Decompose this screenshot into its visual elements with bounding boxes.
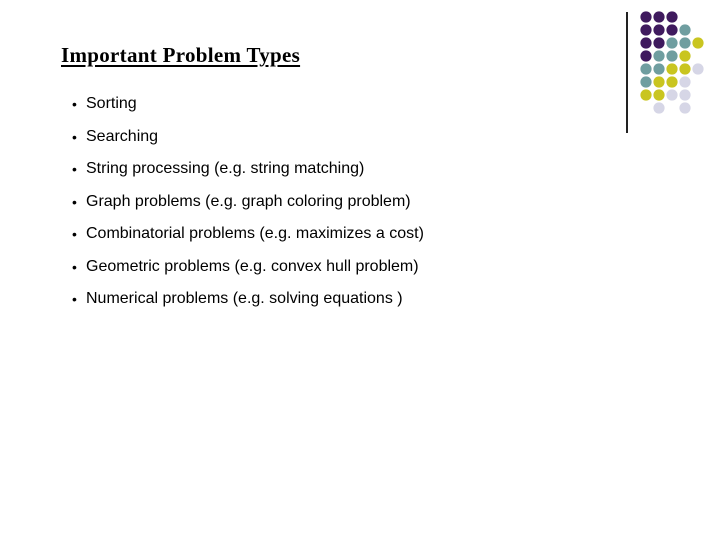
decorative-dot — [666, 76, 678, 88]
decorative-dot — [679, 37, 691, 49]
decorative-dot — [666, 50, 678, 62]
bullet-text: Graph problems (e.g. graph coloring prob… — [86, 192, 411, 210]
bullet-item: • Combinatorial problems (e.g. maximizes … — [72, 223, 424, 256]
decorative-dot — [692, 63, 704, 75]
decorative-dot — [640, 24, 652, 36]
decorative-dot — [666, 24, 678, 36]
bullet-icon: • — [72, 193, 77, 210]
slide: Important Problem Types • Sorting • Search… — [0, 0, 720, 540]
decorative-dot — [666, 89, 678, 101]
decorative-dot — [653, 76, 665, 88]
decorative-dot — [666, 37, 678, 49]
decorative-dot — [679, 76, 691, 88]
bullet-text: Geometric problems (e.g. convex hull pro… — [86, 257, 419, 275]
decorative-dot — [640, 63, 652, 75]
decorative-dot — [653, 63, 665, 75]
decorative-dot — [653, 102, 665, 114]
bullet-icon: • — [72, 291, 77, 307]
decorative-dot — [666, 63, 678, 75]
bullet-item: • Graph problems (e.g. graph coloring pro… — [72, 191, 424, 224]
decorative-dot — [640, 11, 652, 23]
decorative-dot — [692, 37, 704, 49]
bullet-icon: • — [72, 161, 77, 177]
decorative-dot — [640, 89, 652, 101]
bullet-item: • Geometric problems (e.g. convex hull pr… — [72, 256, 424, 289]
decorative-dot — [679, 50, 691, 62]
decorative-dot — [653, 24, 665, 36]
decorative-dot — [679, 89, 691, 101]
bullet-icon: • — [72, 226, 77, 242]
bullet-text: Numerical problems (e.g. solving equatio… — [86, 290, 403, 307]
bullet-text: String processing (e.g. string matching) — [86, 160, 365, 177]
bullet-item: • String processing (e.g. string matching… — [72, 158, 424, 191]
decorative-dot — [640, 76, 652, 88]
decorative-dot — [679, 102, 691, 114]
decorative-dot — [653, 37, 665, 49]
decorative-dot — [640, 37, 652, 49]
decorative-dot — [666, 11, 678, 23]
bullet-icon: • — [72, 258, 77, 275]
decorative-dot — [653, 50, 665, 62]
decorative-dot-grid — [640, 11, 704, 114]
decorative-dot — [653, 89, 665, 101]
decorative-dot — [679, 63, 691, 75]
decorative-dot — [653, 11, 665, 23]
bullet-text: Combinatorial problems (e.g. maximizes a… — [86, 225, 424, 242]
decorative-dot — [679, 24, 691, 36]
decorative-dot — [640, 50, 652, 62]
bullet-item: • Numerical problems (e.g. solving equati… — [72, 288, 424, 321]
